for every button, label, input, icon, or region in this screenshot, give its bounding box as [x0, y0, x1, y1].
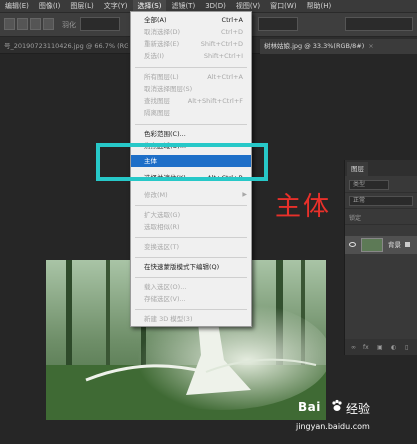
menu-item-label: 取消选择(D) [144, 28, 181, 36]
select-mask-button[interactable] [345, 17, 413, 31]
tab-label: 树林姑娘.jpg @ 33.3%(RGB/8#) [264, 42, 365, 50]
menu-separator [135, 309, 247, 310]
layer-filter-row: 类型 [345, 178, 417, 193]
annotation-label: 主体 [275, 192, 332, 222]
menu-item-label: 载入选区(O)... [144, 283, 187, 291]
menu-item-deselect[interactable]: 取消选择(D) Ctrl+D [131, 26, 251, 38]
annotation-highlight-box [96, 143, 268, 181]
menu-separator [135, 277, 247, 278]
menu-separator [135, 124, 247, 125]
menu-type[interactable]: 文字(Y) [99, 0, 133, 12]
feather-input[interactable] [80, 17, 120, 31]
menu-item-grow[interactable]: 扩大选取(G) [131, 209, 251, 221]
menu-separator [135, 237, 247, 238]
menu-item-transform-selection[interactable]: 变换选区(T) [131, 241, 251, 253]
width-input[interactable] [258, 17, 298, 31]
submenu-arrow-icon: ▶ [242, 191, 247, 198]
menu-help[interactable]: 帮助(H) [302, 0, 337, 12]
menu-item-label: 变换选区(T) [144, 243, 180, 251]
baidu-watermark: Bai 经验 jingyan.baidu.com [296, 399, 417, 444]
link-icon[interactable]: ∞ [351, 344, 356, 351]
menu-item-find-layers[interactable]: 查找图层 Alt+Shift+Ctrl+F [131, 95, 251, 107]
menu-item-label: 隔离图层 [144, 109, 170, 117]
menu-layer[interactable]: 图层(L) [65, 0, 98, 12]
lock-icon [405, 242, 410, 247]
subtract-selection-icon[interactable] [30, 18, 41, 30]
menu-item-label: 全部(A) [144, 16, 167, 24]
menu-item-label: 取消选择图层(S) [144, 85, 193, 93]
eye-icon[interactable] [349, 242, 356, 247]
menu-item-quick-mask[interactable]: 在快速蒙版模式下编辑(Q) [131, 261, 251, 273]
watermark-text: 经验 [346, 402, 371, 416]
menu-item-label: 存储选区(V)... [144, 295, 186, 303]
watermark-url: jingyan.baidu.com [296, 422, 370, 431]
menu-item-save-selection[interactable]: 存储选区(V)... [131, 293, 251, 305]
menu-separator [135, 67, 247, 68]
add-selection-icon[interactable] [17, 18, 28, 30]
menu-item-shortcut: Alt+Shift+Ctrl+F [187, 97, 243, 105]
menu-item-shortcut: Ctrl+D [220, 28, 243, 36]
mask-icon[interactable]: ▣ [377, 344, 383, 351]
menu-item-modify[interactable]: 修改(M) ▶ [131, 189, 251, 201]
menu-window[interactable]: 窗口(W) [265, 0, 301, 12]
tab-document-2[interactable]: 树林姑娘.jpg @ 33.3%(RGB/8#) × [260, 39, 417, 54]
menu-item-new-3d[interactable]: 新建 3D 模型(3) [131, 313, 251, 325]
menu-item-label: 修改(M) [144, 191, 168, 199]
menu-image[interactable]: 图像(I) [34, 0, 66, 12]
menu-item-shortcut: Shift+Ctrl+I [203, 52, 243, 60]
trash-icon[interactable]: ▯ [405, 344, 408, 351]
menu-item-label: 在快速蒙版模式下编辑(Q) [144, 263, 220, 271]
menu-item-inverse[interactable]: 反选(I) Shift+Ctrl+I [131, 50, 251, 62]
menu-item-reselect[interactable]: 重新选择(E) Shift+Ctrl+D [131, 38, 251, 50]
watermark-logo: Bai [298, 400, 321, 414]
new-selection-icon[interactable] [4, 18, 15, 30]
menu-item-label: 查找图层 [144, 97, 170, 105]
menu-item-isolate-layers[interactable]: 隔离图层 [131, 107, 251, 119]
menu-separator [135, 257, 247, 258]
blend-mode-select[interactable]: 正常 [349, 196, 413, 206]
layer-filter-input[interactable]: 类型 [349, 180, 389, 190]
menu-item-all-layers[interactable]: 所有图层(L) Alt+Ctrl+A [131, 71, 251, 83]
menu-item-deselect-layers[interactable]: 取消选择图层(S) [131, 83, 251, 95]
blend-mode-row: 正常 [345, 194, 417, 209]
lock-label: 锁定 [349, 215, 362, 222]
close-icon[interactable]: × [368, 42, 373, 50]
adjustment-icon[interactable]: ◐ [391, 344, 396, 351]
paw-icon [332, 399, 342, 411]
tab-label: 号_20190723110426.jpg @ 66.7% (RGB/8#) [4, 42, 128, 50]
menu-item-label: 新建 3D 模型(3) [144, 315, 193, 323]
menu-item-label: 色彩范围(C)... [144, 130, 186, 138]
menu-separator [135, 205, 247, 206]
layer-row-background[interactable]: 背景 [345, 236, 417, 254]
feather-label: 羽化 [62, 21, 76, 29]
tab-document-1[interactable]: 号_20190723110426.jpg @ 66.7% (RGB/8#) [0, 39, 128, 54]
layer-name: 背景 [388, 241, 401, 249]
layers-panel: 图层 类型 正常 锁定 背景 ∞ fx ▣ ◐ ▯ [344, 160, 417, 355]
menu-item-shortcut: Ctrl+A [221, 16, 243, 24]
menu-item-all[interactable]: 全部(A) Ctrl+A [131, 14, 251, 26]
menu-item-load-selection[interactable]: 载入选区(O)... [131, 281, 251, 293]
intersect-selection-icon[interactable] [43, 18, 54, 30]
menu-item-label: 扩大选取(G) [144, 211, 181, 219]
fx-icon[interactable]: fx [363, 344, 369, 351]
menu-item-color-range[interactable]: 色彩范围(C)... [131, 128, 251, 140]
menu-item-similar[interactable]: 选取相似(R) [131, 221, 251, 233]
menu-item-label: 选取相似(R) [144, 223, 180, 231]
menu-edit[interactable]: 编辑(E) [0, 0, 34, 12]
menu-item-label: 所有图层(L) [144, 73, 179, 81]
menu-item-shortcut: Alt+Ctrl+A [207, 73, 243, 81]
panel-header: 图层 [345, 160, 417, 176]
layer-thumbnail [361, 238, 383, 252]
lock-row: 锁定 [345, 210, 417, 225]
menu-item-label: 重新选择(E) [144, 40, 180, 48]
tab-layers[interactable]: 图层 [347, 162, 368, 176]
menu-item-label: 反选(I) [144, 52, 164, 60]
panel-footer: ∞ fx ▣ ◐ ▯ [345, 339, 417, 355]
menu-item-shortcut: Shift+Ctrl+D [200, 40, 243, 48]
